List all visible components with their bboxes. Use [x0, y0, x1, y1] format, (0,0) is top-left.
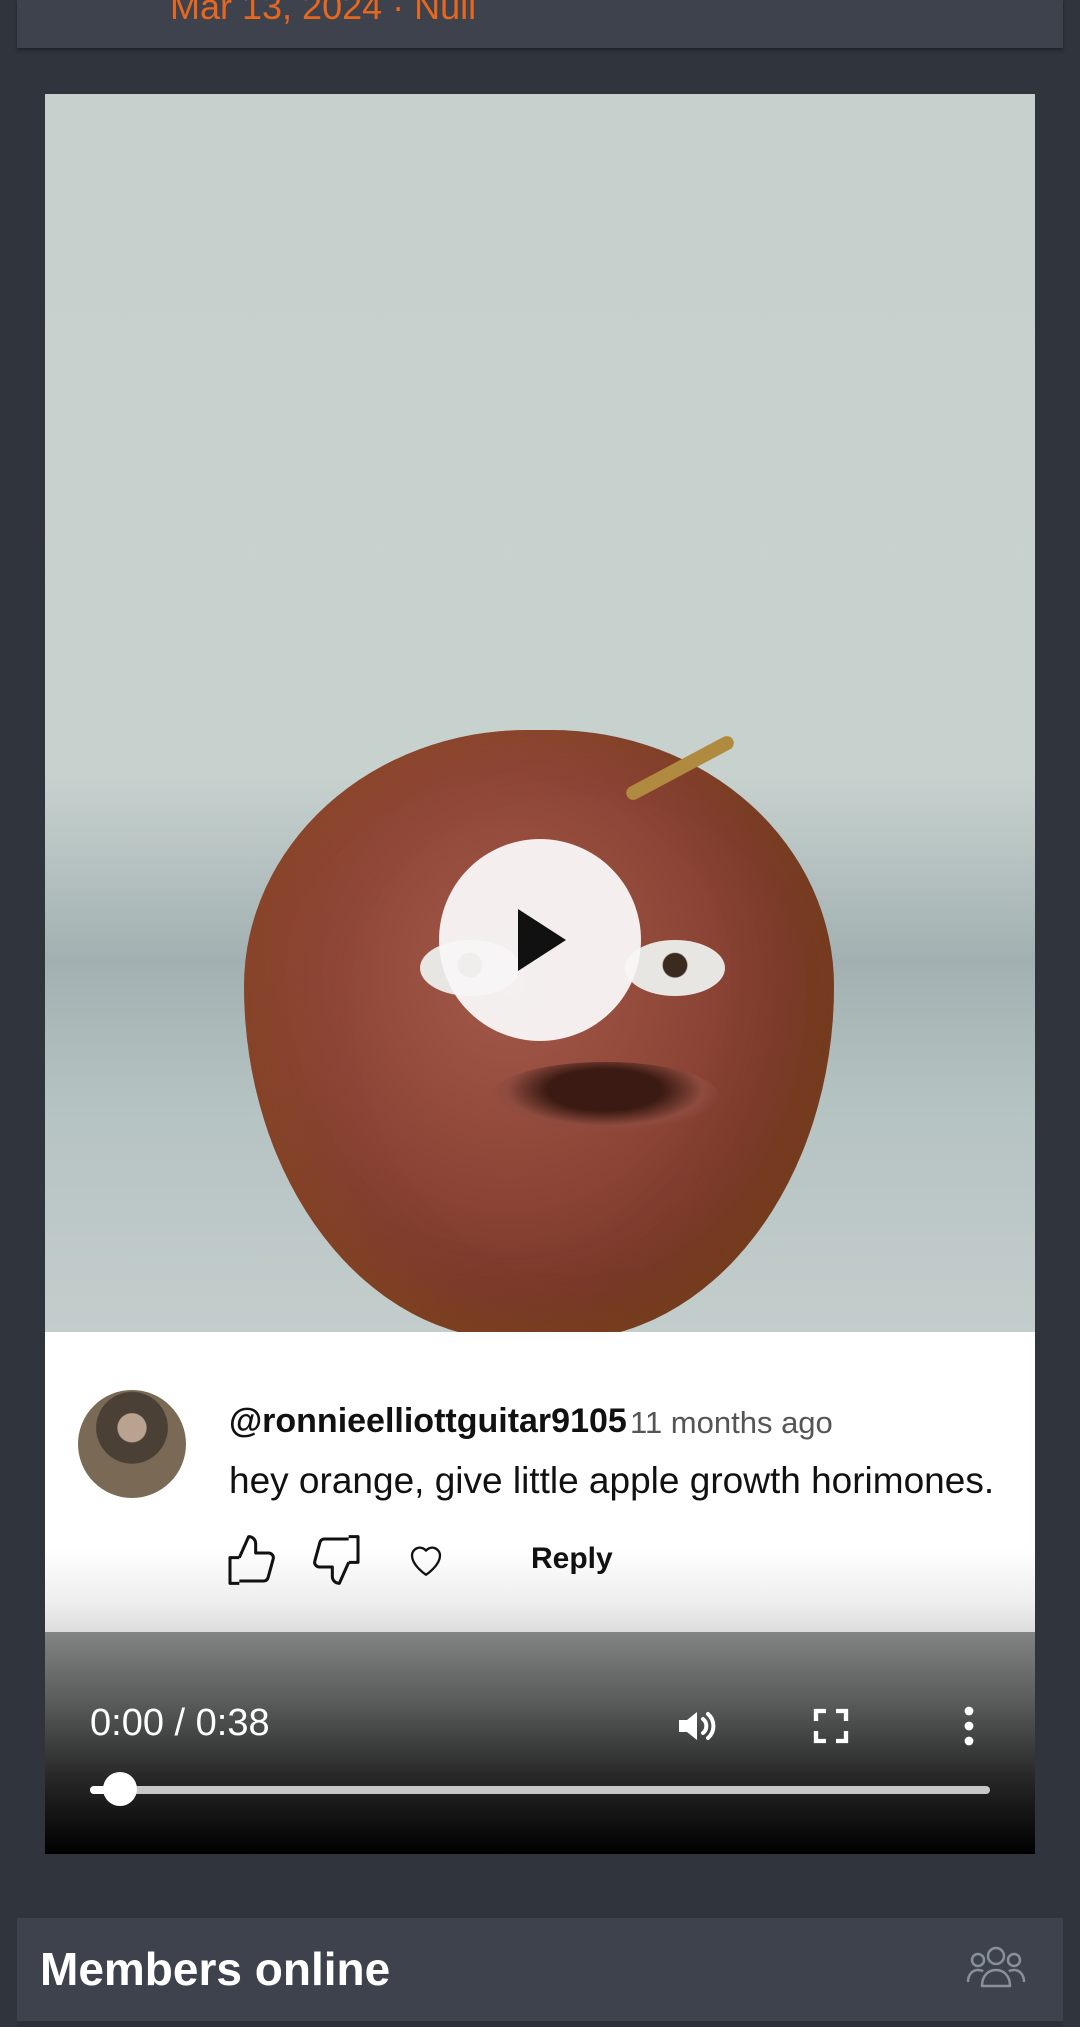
comment-overlay: @ronnieelliottguitar9105 11 months ago h…: [45, 1332, 1035, 1632]
timecode: 0:00 / 0:38: [90, 1702, 270, 1744]
comment-username: @ronnieelliottguitar9105: [229, 1402, 627, 1440]
post-card-top: Mar 13, 2024 · Null: [17, 0, 1063, 48]
apple-mouth: [490, 1062, 720, 1132]
heart-icon: [410, 1546, 442, 1576]
video-controls: 0:00 / 0:38: [45, 1632, 1035, 1854]
play-button[interactable]: [439, 839, 641, 1041]
video-frame[interactable]: [45, 94, 1035, 1340]
fullscreen-icon[interactable]: [811, 1706, 851, 1746]
seek-thumb[interactable]: [103, 1772, 137, 1806]
seek-bar[interactable]: [90, 1772, 990, 1806]
members-online-title[interactable]: Members online: [40, 1942, 390, 1996]
more-options-icon[interactable]: [945, 1702, 993, 1750]
play-icon: [518, 909, 566, 971]
post-meta[interactable]: Mar 13, 2024 · Null: [170, 0, 476, 28]
reply-label: Reply: [531, 1542, 613, 1575]
video-player[interactable]: @ronnieelliottguitar9105 11 months ago h…: [45, 94, 1035, 1854]
comment-text: hey orange, give little apple growth hor…: [229, 1460, 995, 1501]
members-divider: [17, 2021, 1063, 2027]
avatar: [78, 1390, 186, 1498]
volume-icon[interactable]: [673, 1702, 721, 1750]
members-online-panel: Members online: [17, 1918, 1063, 2027]
thumbs-down-icon: [313, 1535, 360, 1585]
users-icon: [966, 1946, 1026, 1988]
thumbs-up-icon: [228, 1535, 275, 1585]
comment-time: 11 months ago: [630, 1405, 833, 1440]
